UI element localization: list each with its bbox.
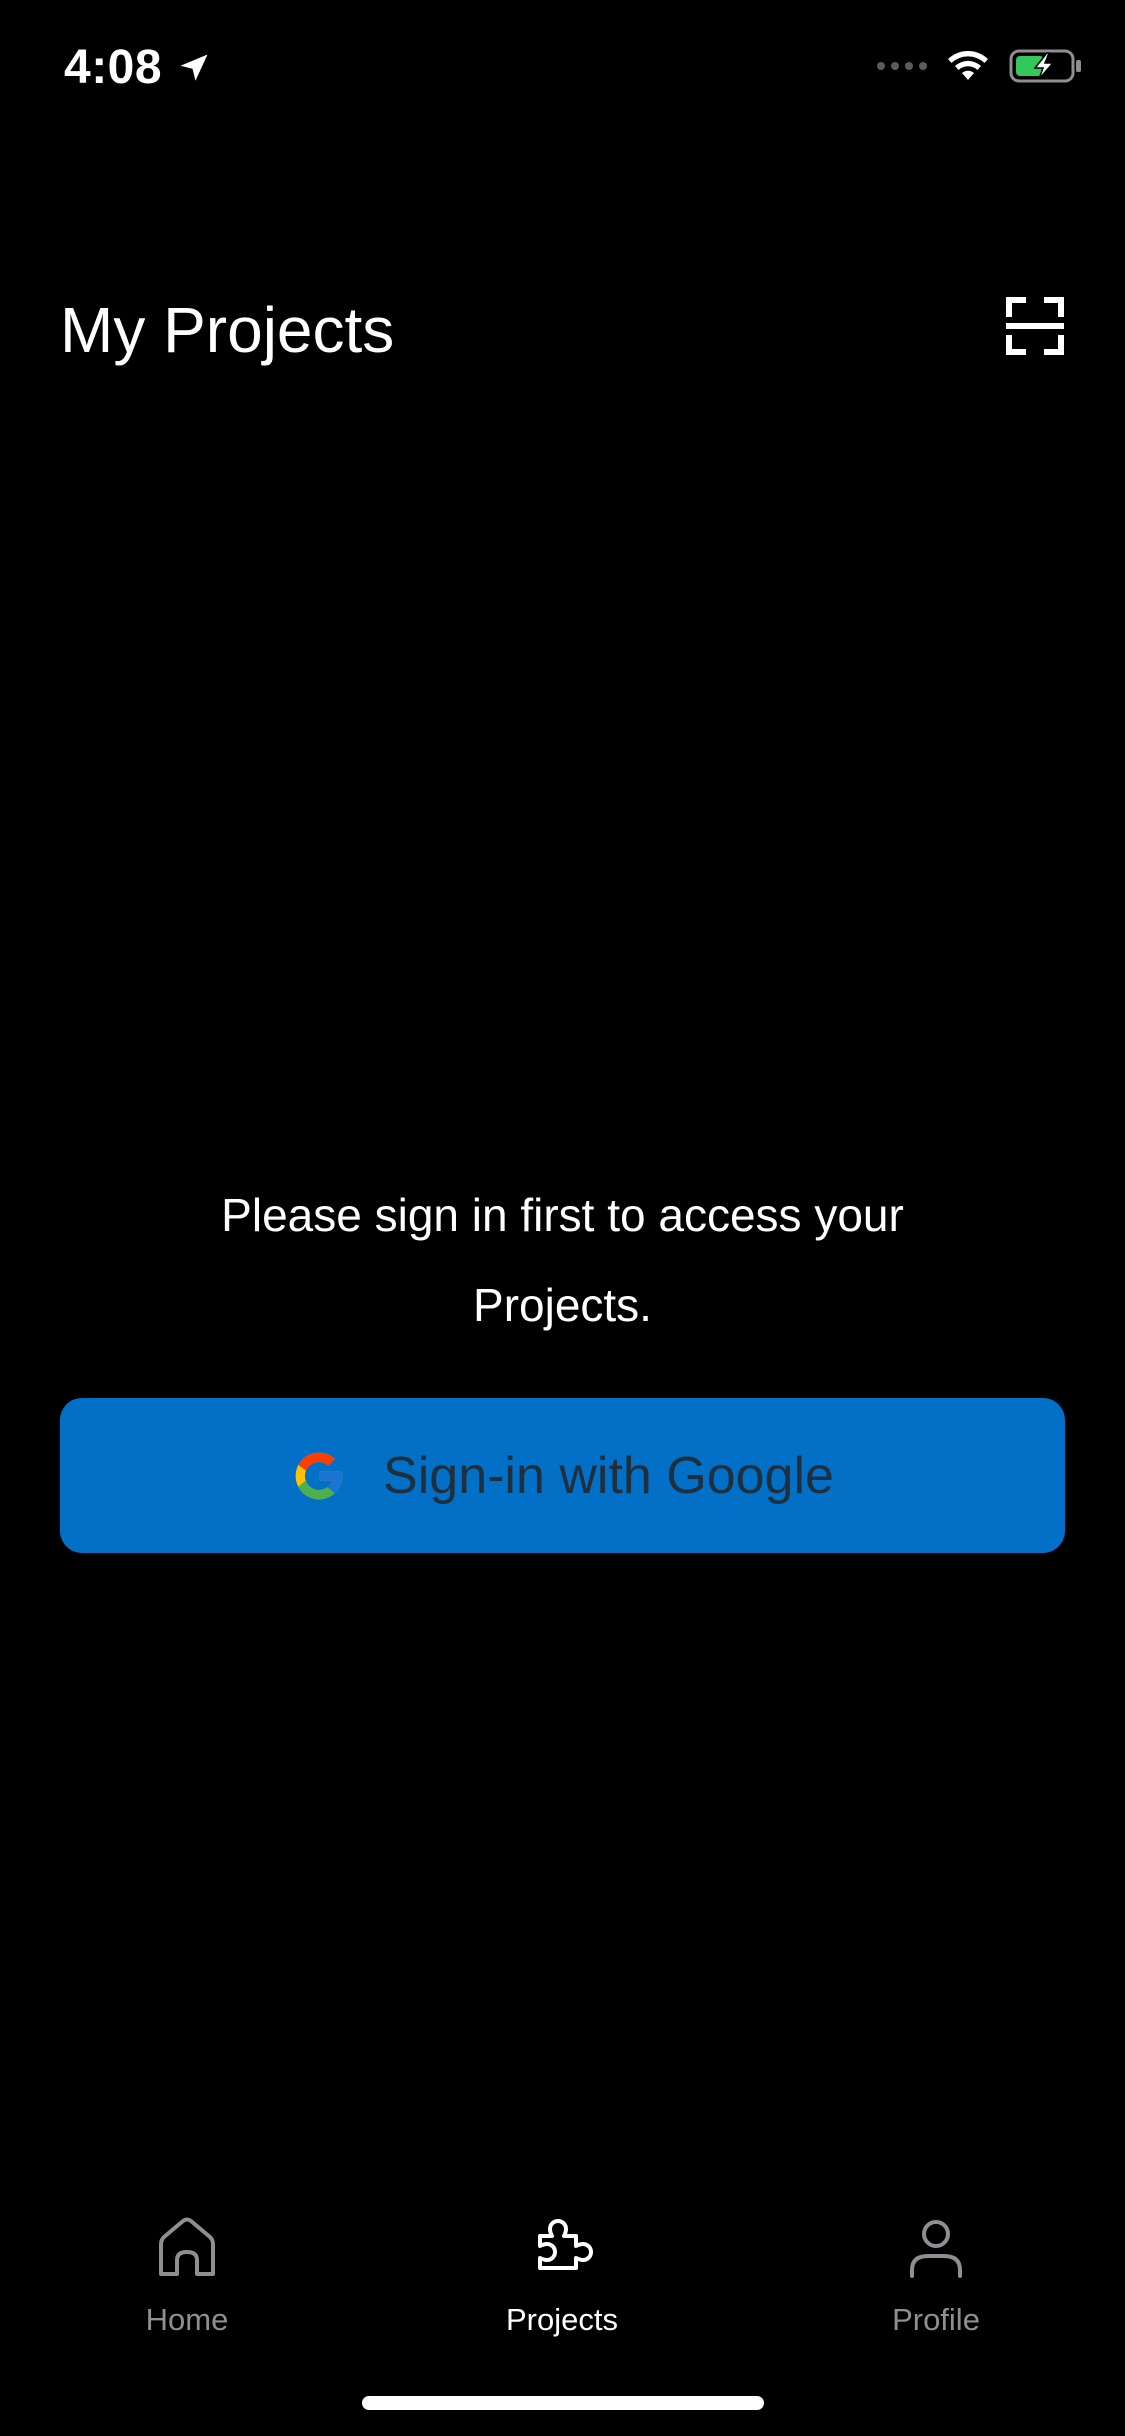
page-title: My Projects [60,294,395,366]
home-icon [159,2217,215,2276]
tab-bar: Home Projects Profile [0,2200,1125,2360]
home-indicator [362,2396,764,2410]
google-sign-in-button[interactable]: Sign-in with Google [60,1398,1065,1553]
tab-home[interactable]: Home [87,2200,287,2350]
puzzle-icon [538,2219,593,2270]
google-logo-icon [295,1452,343,1499]
tab-profile[interactable]: Profile [836,2200,1036,2350]
scan-icon [1006,297,1064,355]
person-icon [910,2220,962,2278]
google-sign-in-label: Sign-in with Google [383,1446,834,1505]
wifi-icon [948,51,988,80]
tab-projects[interactable]: Projects [462,2200,662,2350]
cellular-signal-icon [877,62,927,70]
tab-profile-label: Profile [892,2302,980,2337]
header: My Projects [0,280,1125,380]
sign-in-message: Please sign in first to access your Proj… [221,1189,904,1331]
screen: 4:08 My Projects Please sign in first to… [0,0,1125,2436]
scan-button[interactable] [1005,296,1065,356]
location-arrow-icon [180,54,208,81]
battery-charging-icon [1009,49,1081,83]
status-bar: 4:08 [0,0,1125,132]
tab-projects-label: Projects [506,2302,618,2337]
status-time: 4:08 [64,41,163,94]
status-time-group: 4:08 [64,38,212,98]
status-indicators [877,48,1083,84]
tab-home-label: Home [145,2302,229,2337]
